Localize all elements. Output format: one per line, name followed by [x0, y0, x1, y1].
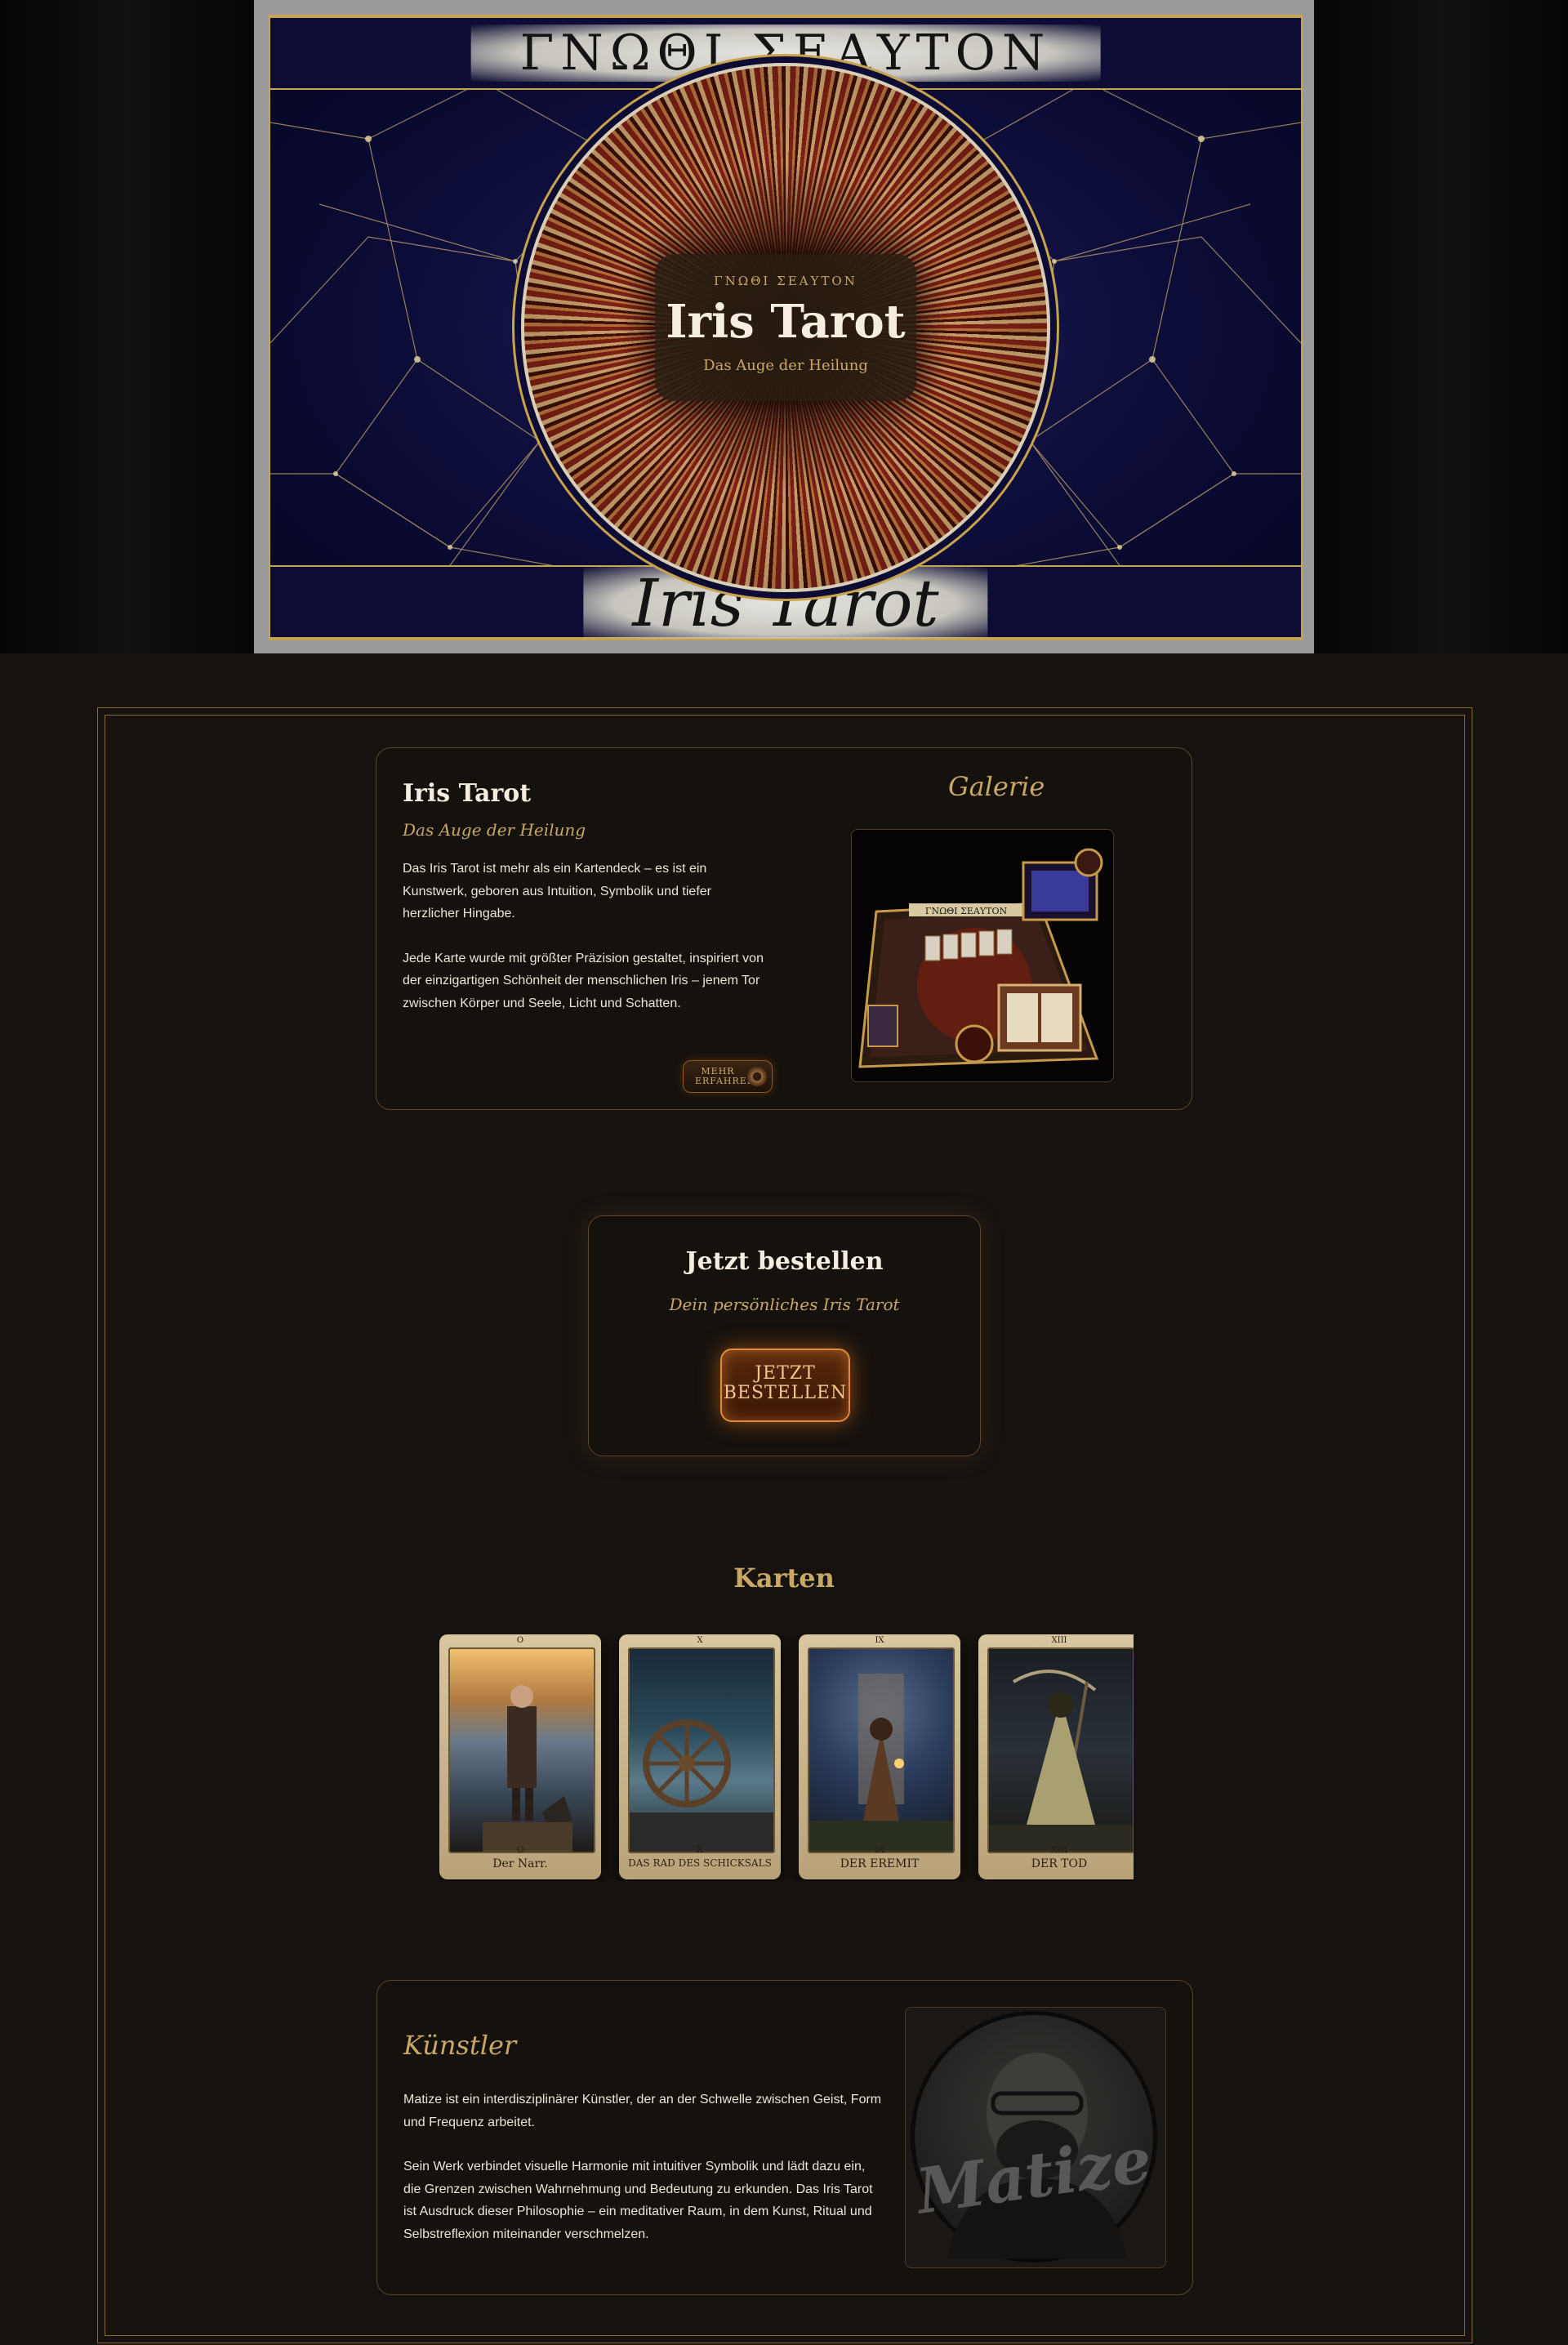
about-title: Iris Tarot — [403, 779, 532, 808]
card-numeral-bottom: O — [516, 1844, 524, 1855]
tarot-card[interactable]: XIII XIII DER TOD — [978, 1634, 1134, 1879]
order-title: Jetzt bestellen — [685, 1247, 884, 1276]
card-numeral-bottom: X — [697, 1844, 703, 1855]
card-numeral-top: X — [697, 1636, 703, 1645]
about-section: Iris Tarot Das Auge der Heilung Das Iris… — [376, 747, 1192, 1110]
card-numeral-bottom: XIII — [1050, 1844, 1068, 1855]
tarot-card[interactable]: O O Der Narr. — [439, 1634, 601, 1879]
artist-title: Künstler — [403, 2030, 517, 2061]
artist-text: Matize ist ein interdisziplinärer Künstl… — [403, 2089, 885, 2267]
card-numeral-top: O — [516, 1636, 524, 1645]
card-numeral-top: XIII — [1051, 1636, 1067, 1645]
learn-more-button[interactable]: MEHR ERFAHREN — [683, 1060, 773, 1093]
cards-title: Karten — [733, 1563, 835, 1594]
gallery-title: Galerie — [948, 771, 1045, 802]
learn-more-label: MEHR ERFAHREN — [695, 1066, 756, 1086]
about-text: Das Iris Tarot ist mehr als ein Kartende… — [403, 858, 770, 1037]
card-name: Der Narr. — [492, 1857, 548, 1870]
card-artwork-wheel — [628, 1647, 775, 1853]
artist-section: Künstler Matize ist ein interdisziplinär… — [376, 1980, 1193, 2295]
dial-icon — [747, 1067, 767, 1086]
artist-paragraph: Sein Werk verbindet visuelle Harmonie mi… — [403, 2160, 873, 2241]
about-paragraph: Das Iris Tarot ist mehr als ein Kartende… — [403, 862, 711, 921]
card-artwork-fool — [448, 1647, 595, 1853]
tarot-set-photo: ΓΝΩΘΙ ΣΕΑΥΤΟΝ — [858, 848, 1103, 1068]
tarot-card[interactable]: X X DAS RAD DES SCHICKSALS — [619, 1634, 781, 1879]
hero-plaque: ΓΝΩΘΙ ΣΕΑΥΤΟΝ Iris Tarot Das Auge der He… — [655, 254, 916, 401]
artist-portrait: Matize — [911, 2011, 1157, 2263]
card-numeral-bottom: IX — [874, 1844, 885, 1855]
card-artwork-hermit — [808, 1647, 955, 1853]
artist-paragraph: Matize ist ein interdisziplinärer Künstl… — [403, 2093, 882, 2129]
gallery-plate-text: ΓΝΩΘΙ ΣΕΑΥΤΟΝ — [925, 906, 1008, 916]
card-name: DER TOD — [1031, 1857, 1088, 1870]
hero-title: Iris Tarot — [666, 295, 906, 349]
order-now-button[interactable]: JETZT BESTELLEN — [720, 1349, 850, 1422]
order-section: Jetzt bestellen Dein persönliches Iris T… — [588, 1215, 981, 1456]
hero-kicker: ΓΝΩΘΙ ΣΕΑΥΤΟΝ — [714, 274, 858, 288]
artist-portrait-frame: Matize — [905, 2007, 1166, 2268]
hero-artwork: ΓΝΩΘΙ ΣΕΑΥΤΟΝ Iris Tarot ΓΝΩΘΙ ΣΕΑΥΤΟΝ I… — [269, 15, 1303, 640]
cards-carousel[interactable]: O O Der Narr. X X DAS RAD DES SCHICKSALS… — [439, 1634, 1134, 1881]
gallery-image[interactable]: ΓΝΩΘΙ ΣΕΑΥΤΟΝ — [851, 829, 1114, 1082]
order-now-label: JETZT BESTELLEN — [723, 1363, 848, 1403]
about-paragraph: Jede Karte wurde mit größter Präzision g… — [403, 951, 764, 1010]
hero-banner: ΓΝΩΘΙ ΣΕΑΥΤΟΝ Iris Tarot ΓΝΩΘΙ ΣΕΑΥΤΟΝ I… — [254, 0, 1314, 653]
about-subtitle: Das Auge der Heilung — [403, 820, 586, 840]
card-name: DAS RAD DES SCHICKSALS — [628, 1857, 772, 1869]
tarot-card[interactable]: IX IX DER EREMIT — [799, 1634, 960, 1879]
order-subtitle: Dein persönliches Iris Tarot — [669, 1295, 900, 1314]
card-artwork-death — [987, 1647, 1134, 1853]
card-numeral-top: IX — [875, 1636, 884, 1645]
card-name: DER EREMIT — [840, 1857, 920, 1870]
hero-subtitle: Das Auge der Heilung — [703, 357, 868, 374]
